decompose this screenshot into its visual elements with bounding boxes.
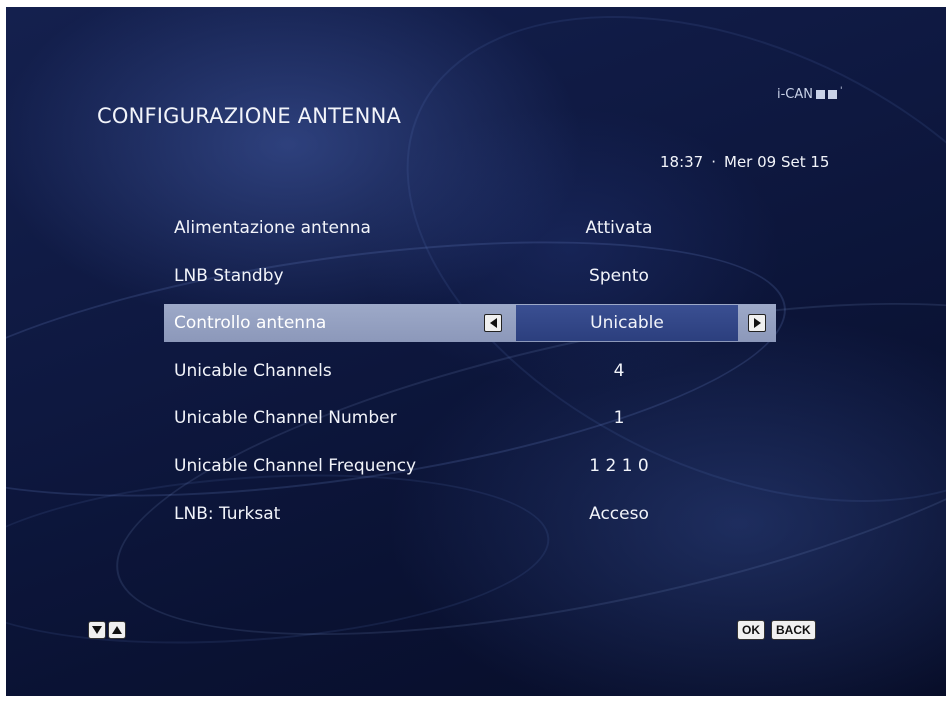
page-title: CONFIGURAZIONE ANTENNA bbox=[97, 104, 402, 128]
setting-value: 1 2 1 0 bbox=[589, 456, 649, 476]
setting-row-controllo-antenna[interactable]: Controllo antenna Unicable bbox=[164, 304, 776, 342]
arrow-down-icon bbox=[88, 621, 106, 639]
setting-row-lnb-standby[interactable]: LNB Standby Spento bbox=[164, 257, 776, 295]
setting-row-alimentazione[interactable]: Alimentazione antenna Attivata bbox=[164, 209, 776, 247]
setting-row-lnb-turksat[interactable]: LNB: Turksat Acceso bbox=[164, 495, 776, 533]
brand-text: i-CAN bbox=[777, 87, 813, 102]
arrow-left-icon[interactable] bbox=[484, 314, 502, 332]
clock-time: 18:37 bbox=[660, 153, 704, 171]
clock: 18:37 · Mer 09 Set 15 bbox=[660, 153, 829, 171]
setting-label: Unicable Channels bbox=[174, 361, 332, 381]
setting-value: 4 bbox=[613, 361, 625, 381]
setting-value: Spento bbox=[589, 266, 649, 286]
setting-value: Attivata bbox=[585, 218, 653, 238]
brand-block-icon bbox=[828, 90, 837, 99]
arrow-up-icon bbox=[108, 621, 126, 639]
setting-label: Alimentazione antenna bbox=[174, 218, 371, 238]
setting-value: 1 bbox=[613, 408, 625, 428]
setting-label: LNB: Turksat bbox=[174, 504, 281, 524]
setting-value: Unicable bbox=[590, 313, 664, 333]
brand-logo: i-CAN ' bbox=[777, 85, 843, 103]
setting-label: Unicable Channel Frequency bbox=[174, 456, 417, 476]
brand-mark-icon: ' bbox=[840, 85, 843, 96]
brand-block-icon bbox=[816, 90, 825, 99]
setting-label: Controllo antenna bbox=[174, 313, 327, 333]
navigation-hint bbox=[88, 621, 126, 639]
setting-row-unicable-channels[interactable]: Unicable Channels 4 bbox=[164, 352, 776, 390]
setting-row-unicable-channel-frequency[interactable]: Unicable Channel Frequency 1 2 1 0 bbox=[164, 447, 776, 485]
clock-date: Mer 09 Set 15 bbox=[724, 153, 830, 171]
arrow-right-icon[interactable] bbox=[748, 314, 766, 332]
setting-value: Acceso bbox=[589, 504, 649, 524]
setting-label: LNB Standby bbox=[174, 266, 284, 286]
setting-label: Unicable Channel Number bbox=[174, 408, 397, 428]
ok-button[interactable]: OK bbox=[737, 620, 765, 640]
setting-row-unicable-channel-number[interactable]: Unicable Channel Number 1 bbox=[164, 399, 776, 437]
action-hints: OK BACK bbox=[737, 620, 816, 640]
back-button[interactable]: BACK bbox=[771, 620, 816, 640]
clock-separator: · bbox=[711, 153, 717, 171]
